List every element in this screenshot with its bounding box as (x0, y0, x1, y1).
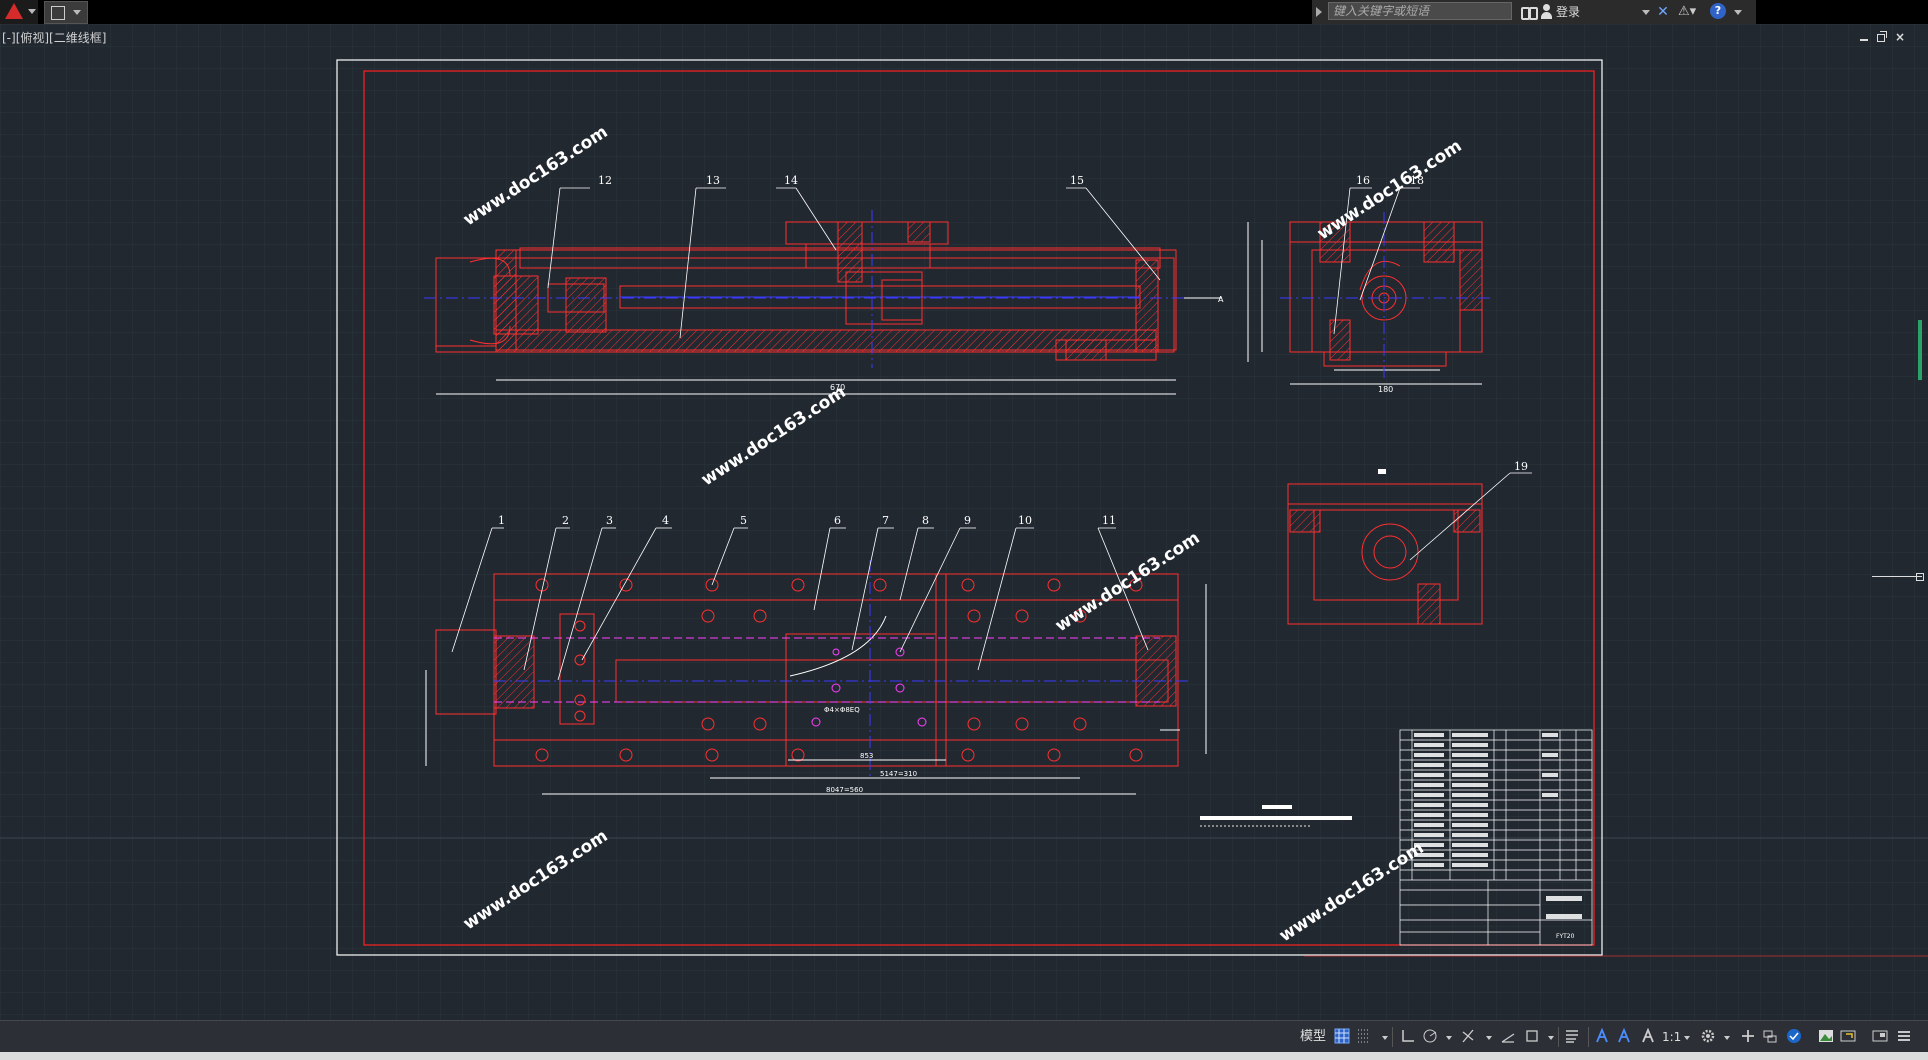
clean-screen-icon[interactable] (1840, 1028, 1856, 1044)
expand-arrow-icon[interactable] (1316, 7, 1322, 17)
separator (1558, 1027, 1559, 1047)
status-bar: 模型 1:1 (0, 1020, 1928, 1053)
model-space-button[interactable]: 模型 (1300, 1028, 1330, 1046)
chevron-down-icon[interactable] (1734, 10, 1742, 15)
chevron-down-icon (73, 10, 81, 15)
crosshair-cursor (1872, 576, 1922, 577)
title-bar: 登录 ✕ ⚠▾ ? (0, 0, 1928, 24)
infocenter: 登录 ✕ ⚠▾ ? (1312, 0, 1756, 24)
chevron-down-icon[interactable] (1548, 1036, 1554, 1040)
dim-bottom-1: 853 (860, 752, 873, 760)
drawing-canvas[interactable]: 670 A 180 Φ4×Φ8EQ 853 5147=310 8047=560 … (0, 24, 1928, 1020)
autocad-logo-icon (5, 3, 23, 19)
balloon-3: 3 (606, 514, 613, 527)
separator (1588, 1027, 1589, 1047)
login-button[interactable]: 登录 (1556, 3, 1656, 21)
dim-bottom-2: 5147=310 (880, 770, 917, 778)
statusbar-window-icon[interactable] (1872, 1028, 1888, 1044)
exchange-apps-icon[interactable]: ✕ (1654, 3, 1672, 21)
object-snap-icon[interactable] (1524, 1028, 1540, 1044)
chevron-down-icon[interactable] (1486, 1036, 1492, 1040)
chevron-down-icon[interactable] (1724, 1036, 1730, 1040)
chevron-down-icon[interactable] (1382, 1036, 1388, 1040)
balloon-4: 4 (662, 514, 669, 527)
balloon-7: 7 (882, 514, 889, 527)
dim-bottom-3: 8047=560 (826, 786, 863, 794)
grid-icon[interactable] (1334, 1028, 1350, 1044)
dim-top-right: A (1218, 295, 1224, 304)
isodraft-icon[interactable] (1460, 1028, 1476, 1044)
balloon-11: 11 (1102, 514, 1116, 527)
balloon-15: 15 (1070, 174, 1084, 187)
viewport-controls[interactable]: [-][俯视][二维线框] (2, 29, 106, 46)
plus-icon[interactable] (1740, 1028, 1756, 1044)
balloon-16: 16 (1356, 174, 1370, 187)
user-icon[interactable] (1540, 3, 1554, 21)
auto-scale-icon[interactable] (1616, 1028, 1632, 1044)
note-hole: Φ4×Φ8EQ (824, 706, 860, 714)
balloon-12: 12 (598, 174, 612, 187)
annotation-visibility-icon[interactable] (1594, 1028, 1610, 1044)
chevron-down-icon[interactable] (1642, 10, 1650, 15)
balloon-8: 8 (922, 514, 929, 527)
restore-icon[interactable] (1876, 31, 1888, 43)
workspace-icon (51, 6, 65, 20)
balloon-19: 19 (1514, 460, 1528, 473)
annotation-scale-icon[interactable] (1640, 1028, 1656, 1044)
units-icon[interactable] (1762, 1028, 1778, 1044)
chevron-down-icon (28, 9, 36, 14)
quick-access-toolbar[interactable] (44, 1, 88, 24)
balloon-10: 10 (1018, 514, 1032, 527)
title-block-name: FYT20 (1556, 933, 1575, 940)
balloon-9: 9 (964, 514, 971, 527)
polar-tracking-icon[interactable] (1422, 1028, 1438, 1044)
drawing-svg: 670 A 180 Φ4×Φ8EQ 853 5147=310 8047=560 … (0, 24, 1928, 1020)
balloon-2: 2 (562, 514, 569, 527)
balloon-5: 5 (740, 514, 747, 527)
chevron-down-icon[interactable] (1684, 1036, 1690, 1040)
binoculars-icon[interactable] (1518, 3, 1538, 21)
application-menu-button[interactable] (0, 0, 38, 24)
dim-side-width: 180 (1378, 385, 1393, 394)
help-icon: ? (1710, 3, 1726, 19)
crosshair-pickbox (1916, 573, 1924, 581)
object-snap-tracking-icon[interactable] (1500, 1028, 1516, 1044)
window-bottom-edge (0, 1052, 1928, 1060)
lineweight-icon[interactable] (1564, 1028, 1580, 1044)
a360-icon[interactable]: ⚠▾ (1678, 3, 1704, 21)
scrollbar-thumb[interactable] (1918, 320, 1922, 380)
balloon-14: 14 (784, 174, 798, 187)
close-icon[interactable]: × (1894, 31, 1906, 43)
minimize-icon[interactable] (1858, 31, 1870, 43)
snap-mode-icon[interactable] (1356, 1028, 1372, 1044)
isolate-objects-icon[interactable] (1786, 1028, 1802, 1044)
ortho-icon[interactable] (1400, 1028, 1416, 1044)
balloon-13: 13 (706, 174, 720, 187)
workspace-switch-gear-icon[interactable] (1700, 1028, 1716, 1044)
separator (1392, 1027, 1393, 1047)
search-input[interactable] (1328, 2, 1512, 20)
help-button[interactable]: ? (1710, 3, 1728, 21)
balloon-6: 6 (834, 514, 841, 527)
hardware-acceleration-icon[interactable] (1818, 1028, 1834, 1044)
annotation-scale-selector[interactable]: 1:1 (1662, 1028, 1686, 1046)
chevron-down-icon[interactable] (1446, 1036, 1452, 1040)
customization-menu-icon[interactable] (1896, 1028, 1912, 1044)
balloon-1: 1 (498, 514, 505, 527)
